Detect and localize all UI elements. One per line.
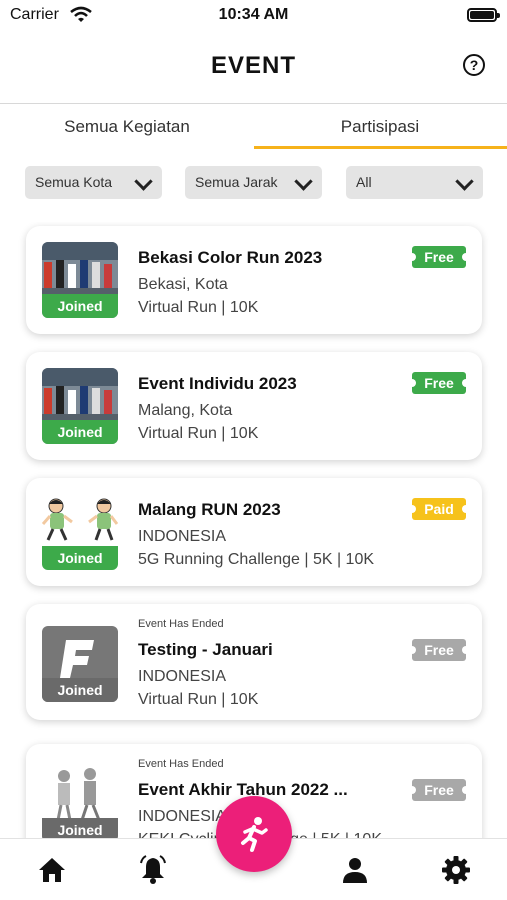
chevron-down-icon [455,172,474,191]
event-type: Virtual Run | 10K [138,299,259,316]
tab-semua-kegiatan[interactable]: Semua Kegiatan [0,105,254,149]
joined-label: Joined [42,546,118,570]
event-ended-label: Event Has Ended [138,758,224,770]
page-title: EVENT [210,52,296,79]
distance-filter-dropdown[interactable]: Semua Jarak [185,166,322,199]
price-badge: Free [408,779,470,801]
event-title: Bekasi Color Run 2023 [138,248,323,267]
event-card[interactable]: Joined Event Individu 2023 Malang, Kota … [26,352,482,460]
event-type: Virtual Run | 10K [138,425,259,442]
event-location: INDONESIA [138,808,227,825]
battery-icon [467,8,500,22]
event-title: Testing - Januari [138,640,273,659]
chevron-down-icon [294,172,313,191]
event-thumbnail: Joined [42,242,118,318]
event-type: 5G Running Challenge | 5K | 10K [138,551,375,568]
event-type: Virtual Run | 10K [138,691,259,708]
joined-label: Joined [42,678,118,702]
event-list: Joined Bekasi Color Run 2023 Bekasi, Kot… [0,222,507,838]
status-bar: Carrier 10:34 AM [0,0,507,32]
bell-icon[interactable] [138,855,168,885]
active-tab-indicator [254,146,507,149]
joined-label: Joined [42,818,118,838]
tab-bar-top: Semua Kegiatan Partisipasi [0,105,507,149]
gear-icon[interactable] [441,855,471,885]
status-time: 10:34 AM [218,6,289,23]
city-filter-dropdown[interactable]: Semua Kota [25,166,162,199]
event-card[interactable]: Joined Bekasi Color Run 2023 Bekasi, Kot… [26,226,482,334]
price-filter-value: All [356,174,372,190]
event-card[interactable]: Joined Malang RUN 2023 INDONESIA 5G Runn… [26,478,482,586]
help-icon[interactable]: ? [463,54,485,76]
joined-label: Joined [42,420,118,444]
event-location: INDONESIA [138,528,227,545]
event-title: Malang RUN 2023 [138,500,281,519]
event-thumbnail: Joined [42,368,118,444]
chevron-down-icon [134,172,153,191]
city-filter-value: Semua Kota [35,174,113,190]
price-badge: Free [408,639,470,661]
nav-header: EVENT ? [0,32,507,104]
joined-label: Joined [42,294,118,318]
event-location: INDONESIA [138,668,227,685]
event-thumbnail: Joined [42,494,118,570]
event-location: Bekasi, Kota [138,276,228,293]
event-location: Malang, Kota [138,402,233,419]
price-badge: Free [408,246,470,268]
price-filter-dropdown[interactable]: All [346,166,483,199]
run-fab-button[interactable] [216,796,292,872]
person-icon[interactable] [340,855,370,885]
price-badge: Free [408,372,470,394]
home-icon[interactable] [37,855,67,885]
running-icon [241,817,268,852]
price-badge: Paid [408,498,470,520]
event-ended-label: Event Has Ended [138,618,224,630]
event-thumbnail: Joined [42,766,118,838]
event-thumbnail: Joined [42,626,118,702]
event-card[interactable]: Joined Event Has Ended Testing - Januari… [26,604,482,720]
tab-partisipasi[interactable]: Partisipasi [253,105,507,149]
event-title: Event Individu 2023 [138,374,297,393]
distance-filter-value: Semua Jarak [195,174,278,190]
